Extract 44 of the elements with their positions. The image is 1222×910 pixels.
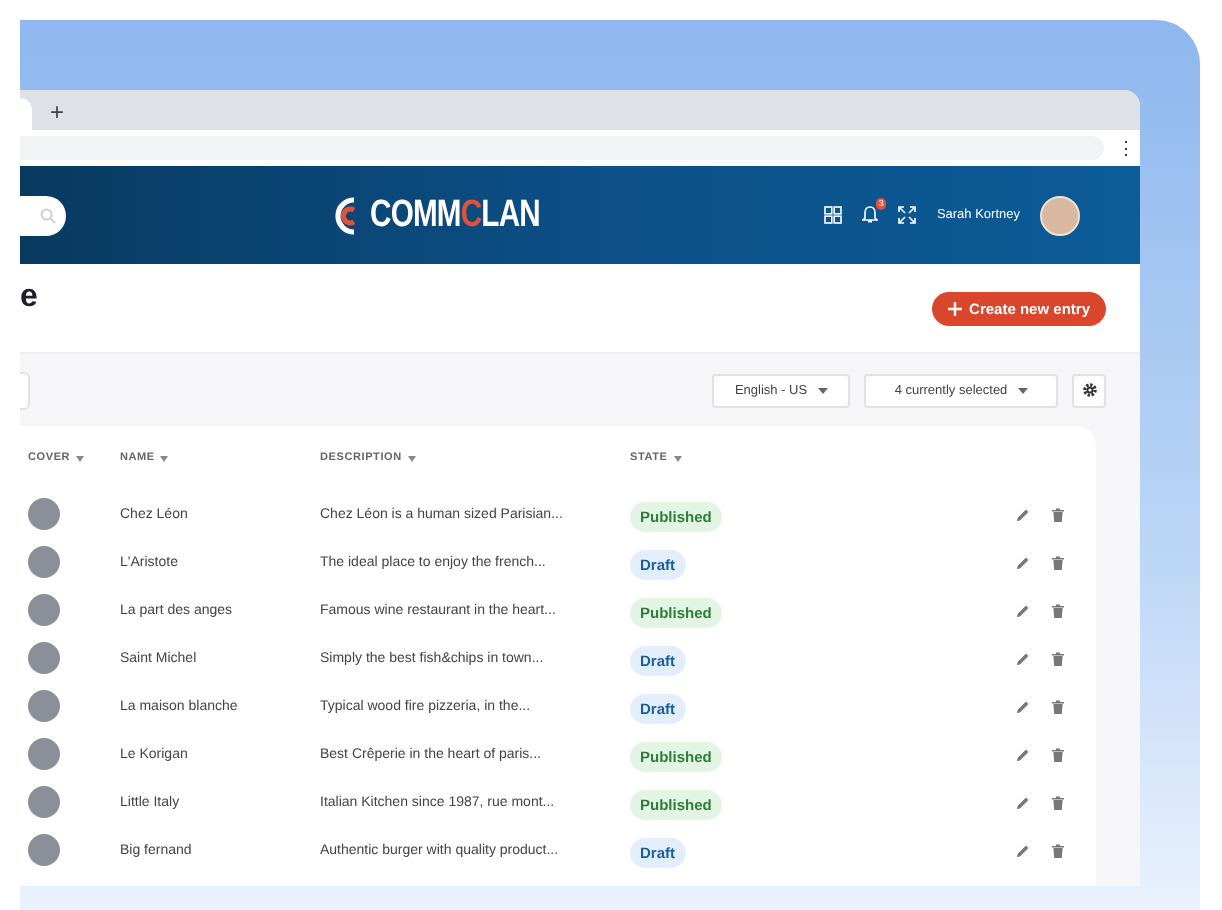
pencil-icon[interactable] xyxy=(1015,603,1029,617)
cover-photo-placeholder xyxy=(28,498,60,530)
trash-icon[interactable] xyxy=(1052,747,1064,761)
search-field[interactable] xyxy=(20,195,66,235)
pencil-icon[interactable] xyxy=(1015,795,1029,809)
avatar-placeholder[interactable] xyxy=(1040,195,1080,235)
trash-icon[interactable] xyxy=(1052,795,1064,809)
pencil-icon[interactable] xyxy=(1015,555,1029,569)
settings-button[interactable] xyxy=(1072,373,1106,407)
browser-menu-button[interactable]: ⋮ xyxy=(1112,138,1140,158)
caret-icon xyxy=(817,387,828,393)
expand-icon[interactable] xyxy=(898,206,917,224)
trash-icon[interactable] xyxy=(1052,555,1064,569)
trash-icon[interactable] xyxy=(1052,603,1064,617)
cover-photo-placeholder xyxy=(28,594,60,626)
cover-photo-placeholder xyxy=(28,690,60,722)
cover-photo-placeholder xyxy=(28,642,60,674)
pencil-icon[interactable] xyxy=(1015,699,1029,713)
sort-caret-icon[interactable] xyxy=(407,455,416,461)
trash-icon[interactable] xyxy=(1052,843,1064,857)
new-tab-button[interactable]: + xyxy=(44,94,71,130)
bell-icon[interactable] xyxy=(862,206,879,224)
logo-wordmark: COMMCLAN xyxy=(370,193,540,237)
cover-photo-placeholder xyxy=(28,834,60,866)
grid-icon[interactable] xyxy=(824,206,843,224)
trash-icon[interactable] xyxy=(1052,699,1064,713)
filter-field[interactable] xyxy=(20,371,30,409)
trash-icon[interactable] xyxy=(1052,651,1064,665)
caret-icon xyxy=(1017,387,1028,393)
pencil-icon[interactable] xyxy=(1015,507,1029,521)
settings-icon xyxy=(1081,382,1097,398)
search-icon xyxy=(40,207,56,223)
sort-caret-icon[interactable] xyxy=(76,455,85,461)
pencil-icon[interactable] xyxy=(1015,843,1029,857)
plus-icon xyxy=(947,301,962,315)
page-title: e xyxy=(20,280,38,316)
sort-caret-icon[interactable] xyxy=(673,455,682,461)
cover-photo-placeholder xyxy=(28,546,60,578)
cover-photo-placeholder xyxy=(28,786,60,818)
cover-photo-placeholder xyxy=(28,738,60,770)
sort-caret-icon[interactable] xyxy=(160,455,169,461)
trash-icon[interactable] xyxy=(1052,507,1064,521)
pencil-icon[interactable] xyxy=(1015,651,1029,665)
pencil-icon[interactable] xyxy=(1015,747,1029,761)
